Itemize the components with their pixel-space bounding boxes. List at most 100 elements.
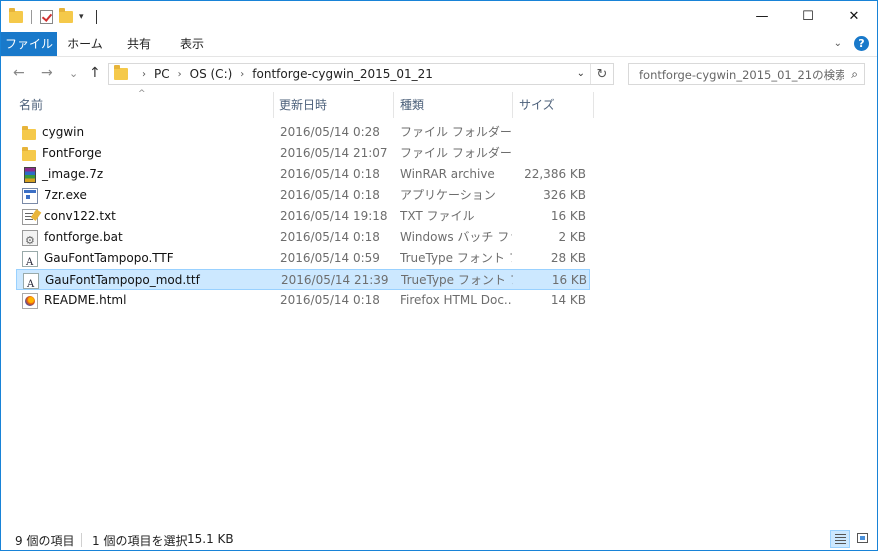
search-box: ⌕ bbox=[628, 63, 865, 85]
file-type: TXT ファイル bbox=[400, 209, 475, 223]
column-header-name[interactable]: 名前 bbox=[13, 92, 273, 118]
file-size: 14 KB bbox=[550, 293, 586, 307]
search-input[interactable] bbox=[637, 65, 846, 85]
status-divider bbox=[81, 533, 82, 547]
breadcrumb-folder[interactable]: fontforge-cygwin_2015_01_21 bbox=[252, 67, 433, 81]
help-icon[interactable]: ? bbox=[854, 36, 869, 51]
file-date: 2016/05/14 0:28 bbox=[280, 125, 380, 139]
navigation-bar: ← → ⌄ ↑ › PC › OS (C:) › fontforge-cygwi… bbox=[1, 57, 877, 91]
forward-arrow-icon[interactable]: → bbox=[41, 65, 53, 81]
file-row-conv122-txt[interactable]: conv122.txt 2016/05/14 19:18 TXT ファイル 16… bbox=[16, 206, 590, 227]
file-date: 2016/05/14 19:18 bbox=[280, 209, 388, 223]
up-arrow-icon[interactable]: ↑ bbox=[89, 65, 101, 81]
file-name: fontforge.bat bbox=[44, 230, 123, 244]
toolbar-divider bbox=[31, 10, 32, 24]
details-view-button[interactable] bbox=[830, 530, 850, 548]
address-history-dropdown-icon[interactable]: ⌄ bbox=[577, 68, 585, 79]
recent-locations-icon[interactable]: ⌄ bbox=[69, 67, 78, 80]
tab-file[interactable]: ファイル bbox=[1, 32, 57, 56]
chevron-right-icon[interactable]: › bbox=[240, 69, 244, 80]
customize-toolbar-dropdown-icon[interactable]: ▾ bbox=[79, 12, 84, 22]
file-type: Windows バッチ ファ... bbox=[400, 230, 512, 244]
file-type: TrueType フォント フ... bbox=[401, 273, 513, 287]
file-name: conv122.txt bbox=[44, 209, 116, 223]
file-row-fontforge-bat[interactable]: fontforge.bat 2016/05/14 0:18 Windows バッ… bbox=[16, 227, 590, 248]
tab-home[interactable]: ホーム bbox=[59, 32, 111, 56]
text-file-icon bbox=[22, 208, 38, 225]
window-controls: — ☐ ✕ bbox=[739, 1, 877, 32]
ribbon-controls: ⌄ ? bbox=[834, 36, 869, 51]
file-type: Firefox HTML Doc... bbox=[400, 293, 512, 307]
file-date: 2016/05/14 0:59 bbox=[280, 251, 380, 265]
tab-view[interactable]: 表示 bbox=[169, 32, 215, 56]
file-size: 326 KB bbox=[543, 188, 586, 202]
file-row-cygwin[interactable]: cygwin 2016/05/14 0:28 ファイル フォルダー bbox=[16, 122, 590, 143]
breadcrumb-drive[interactable]: OS (C:) bbox=[190, 67, 233, 81]
file-row-7zr-exe[interactable]: 7zr.exe 2016/05/14 0:18 アプリケーション 326 KB bbox=[16, 185, 590, 206]
quick-access-toolbar: ▾ bbox=[9, 7, 97, 27]
file-date: 2016/05/14 21:39 bbox=[281, 273, 389, 287]
file-size bbox=[512, 143, 586, 164]
explorer-window: ▾ — ☐ ✕ ファイル ホーム 共有 表示 ⌄ ? ← → ⌄ ↑ › PC … bbox=[0, 0, 878, 551]
chevron-right-icon[interactable]: › bbox=[178, 69, 182, 80]
file-type: ファイル フォルダー bbox=[400, 146, 512, 160]
font-file-icon bbox=[23, 272, 39, 291]
new-folder-icon[interactable] bbox=[59, 8, 73, 23]
file-row-readme-html[interactable]: README.html 2016/05/14 0:18 Firefox HTML… bbox=[16, 290, 590, 311]
file-row-gaufonttampopo-mod-ttf[interactable]: GauFontTampopo_mod.ttf 2016/05/14 21:39 … bbox=[16, 269, 590, 291]
winrar-archive-icon bbox=[24, 166, 36, 183]
column-divider[interactable] bbox=[593, 92, 594, 118]
file-row-image-7z[interactable]: _image.7z 2016/05/14 0:18 WinRAR archive… bbox=[16, 164, 590, 185]
refresh-icon[interactable]: ↻ bbox=[590, 64, 613, 84]
file-date: 2016/05/14 0:18 bbox=[280, 230, 380, 244]
column-headers: ^ 名前 更新日時 種類 サイズ bbox=[1, 89, 601, 118]
address-bar[interactable]: › PC › OS (C:) › fontforge-cygwin_2015_0… bbox=[108, 63, 614, 85]
folder-icon bbox=[114, 65, 128, 80]
file-size: 28 KB bbox=[550, 251, 586, 265]
file-date: 2016/05/14 21:07 bbox=[280, 146, 388, 160]
column-header-date[interactable]: 更新日時 bbox=[273, 92, 393, 118]
file-date: 2016/05/14 0:18 bbox=[280, 188, 380, 202]
font-file-icon bbox=[22, 250, 38, 269]
file-row-fontforge[interactable]: FontForge 2016/05/14 21:07 ファイル フォルダー bbox=[16, 143, 590, 164]
details-view-icon bbox=[835, 534, 846, 535]
close-button[interactable]: ✕ bbox=[831, 1, 877, 32]
folder-icon bbox=[22, 125, 36, 140]
status-bar: 9 個の項目 1 個の項目を選択 15.1 KB bbox=[1, 529, 877, 550]
file-size: 16 KB bbox=[550, 209, 586, 223]
file-name: README.html bbox=[44, 293, 127, 307]
file-type: WinRAR archive bbox=[400, 167, 495, 181]
item-count: 9 個の項目 bbox=[15, 534, 75, 548]
application-icon bbox=[22, 187, 38, 204]
search-icon[interactable]: ⌕ bbox=[851, 67, 858, 82]
selection-size: 15.1 KB bbox=[187, 532, 234, 546]
file-type: アプリケーション bbox=[400, 188, 496, 202]
file-name: cygwin bbox=[42, 125, 85, 139]
expand-ribbon-icon[interactable]: ⌄ bbox=[834, 38, 842, 49]
column-header-type[interactable]: 種類 bbox=[394, 92, 512, 118]
selection-count: 1 個の項目を選択 bbox=[92, 534, 188, 548]
maximize-button[interactable]: ☐ bbox=[785, 1, 831, 32]
chevron-right-icon[interactable]: › bbox=[142, 69, 146, 80]
html-file-icon bbox=[22, 292, 38, 309]
back-arrow-icon[interactable]: ← bbox=[13, 65, 25, 81]
file-size: 16 KB bbox=[551, 273, 587, 287]
column-header-size[interactable]: サイズ bbox=[513, 92, 593, 118]
folder-icon bbox=[22, 146, 36, 161]
ribbon-tabs: ファイル ホーム 共有 表示 ⌄ ? bbox=[1, 32, 877, 57]
file-type: ファイル フォルダー bbox=[400, 125, 512, 139]
file-row-gaufonttampopo-ttf[interactable]: GauFontTampopo.TTF 2016/05/14 0:59 TrueT… bbox=[16, 248, 590, 269]
view-switcher bbox=[830, 530, 873, 548]
file-name: GauFontTampopo_mod.ttf bbox=[45, 273, 200, 287]
batch-file-icon bbox=[22, 229, 38, 248]
tab-share[interactable]: 共有 bbox=[115, 32, 163, 56]
minimize-button[interactable]: — bbox=[739, 1, 785, 32]
title-bar: ▾ — ☐ ✕ bbox=[1, 1, 877, 32]
breadcrumb-pc[interactable]: PC bbox=[154, 67, 170, 81]
file-size bbox=[512, 122, 586, 143]
title-caret bbox=[95, 10, 97, 24]
file-size: 2 KB bbox=[558, 230, 586, 244]
properties-icon[interactable] bbox=[40, 10, 53, 24]
large-icons-view-button[interactable] bbox=[853, 530, 873, 548]
file-date: 2016/05/14 0:18 bbox=[280, 293, 380, 307]
